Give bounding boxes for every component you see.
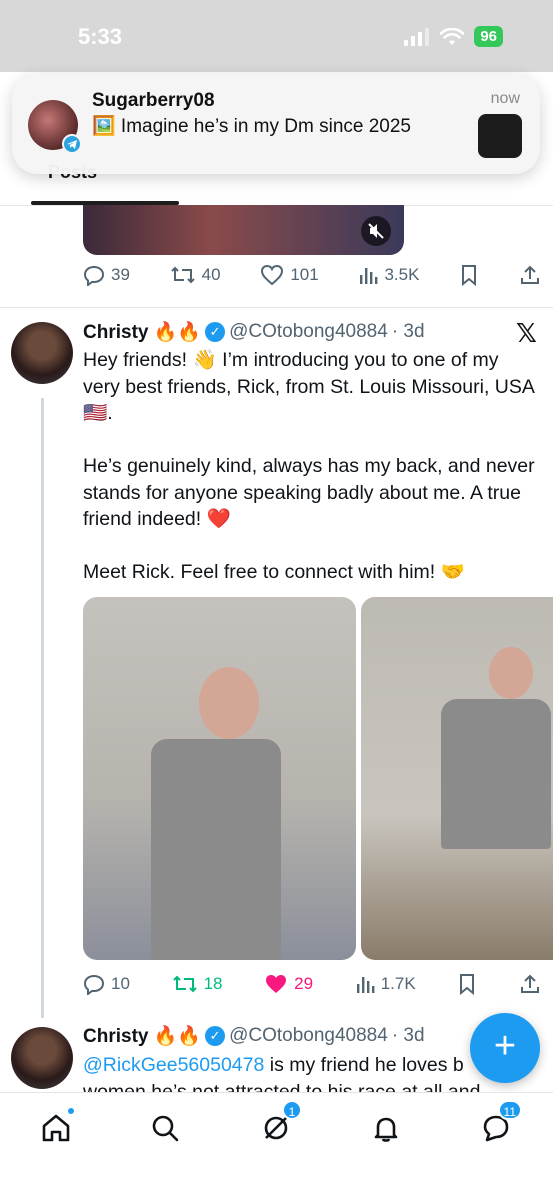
mention-link[interactable]: @RickGee56050478	[83, 1054, 264, 1076]
repost-count: 18	[203, 974, 223, 993]
verified-badge-icon: ✓	[205, 322, 226, 342]
mute-button[interactable]	[361, 216, 391, 246]
photo-shirt	[441, 699, 551, 849]
tweet-header: Christy 🔥🔥 ✓ @COtobong40884 · 3d	[83, 1024, 425, 1048]
thread-line	[41, 398, 44, 1018]
notification-banner[interactable]: Sugarberry08 🖼️ Imagine he’s in my Dm si…	[12, 74, 540, 174]
author-handle[interactable]: @COtobong40884	[229, 1025, 388, 1047]
author-name[interactable]: Christy 🔥🔥	[83, 320, 201, 344]
telegram-icon	[62, 134, 82, 154]
compose-post-button[interactable]: +	[470, 1013, 540, 1083]
reply-count: 10	[111, 974, 130, 993]
tweet-photo[interactable]	[361, 597, 553, 960]
tweet-text-line: is my friend he loves b	[264, 1054, 464, 1076]
heart-icon	[261, 264, 284, 286]
bell-icon	[374, 1117, 398, 1142]
reply-icon	[83, 974, 105, 995]
photo-shirt	[151, 739, 281, 960]
views-count: 1.7K	[380, 974, 416, 993]
bookmark-button[interactable]	[457, 973, 477, 995]
post-divider	[0, 307, 553, 308]
grok-badge: 1	[282, 1100, 302, 1120]
reply-button[interactable]: 10	[83, 973, 130, 995]
views-button[interactable]: 1.7K	[355, 974, 416, 994]
nav-grok[interactable]: 1	[256, 1100, 302, 1148]
bottom-nav: 1 11	[0, 1092, 553, 1200]
share-button[interactable]	[519, 264, 541, 286]
notification-time: now	[490, 90, 520, 107]
tweet-header: Christy 🔥🔥 ✓ @COtobong40884 · 3d	[83, 320, 425, 344]
like-button[interactable]: 29	[264, 973, 313, 995]
repost-button[interactable]: 40	[170, 264, 221, 286]
share-icon	[520, 974, 539, 993]
messages-badge: 11	[497, 1100, 522, 1120]
repost-button[interactable]: 18	[172, 973, 223, 995]
bookmark-icon	[462, 265, 477, 286]
photo-person	[489, 647, 533, 699]
views-icon	[356, 977, 375, 993]
status-bar: 5:33 96	[0, 0, 553, 72]
repost-icon	[170, 266, 195, 284]
avatar[interactable]	[11, 322, 73, 384]
bookmark-button[interactable]	[459, 264, 479, 286]
avatar[interactable]	[11, 1027, 73, 1089]
tweet-text: Hey friends! 👋 I’m introducing you to on…	[83, 349, 535, 583]
cellular-signal-icon	[404, 27, 430, 46]
tweet-time: · 3d	[391, 321, 425, 342]
tweet-actions: 10 18 29 1.7K	[83, 973, 541, 995]
like-count: 29	[294, 974, 314, 993]
photo-person	[199, 667, 259, 739]
status-icons: 96	[404, 26, 503, 47]
battery-indicator: 96	[474, 26, 503, 47]
status-time: 5:33	[78, 24, 123, 49]
tweet-text-line: women he’s not attracted to his race at …	[83, 1080, 481, 1093]
reply-icon	[83, 265, 105, 286]
views-icon	[360, 268, 378, 284]
views-count: 3.5K	[384, 265, 420, 284]
home-notification-dot	[66, 1106, 76, 1116]
notification-thumbnail	[478, 114, 522, 158]
prev-post-actions: 39 40 101 3.5K	[83, 264, 541, 286]
nav-home[interactable]	[36, 1106, 76, 1148]
nav-notifications[interactable]	[366, 1108, 406, 1148]
reply-button[interactable]: 39	[83, 264, 130, 286]
views-button[interactable]: 3.5K	[358, 265, 419, 285]
notification-message: 🖼️ Imagine he’s in my Dm since 2025	[92, 116, 412, 137]
bookmark-icon	[460, 974, 475, 995]
speaker-muted-icon	[368, 223, 384, 239]
x-logo-icon: 𝕏	[516, 318, 537, 348]
prev-post-video[interactable]	[83, 205, 404, 255]
search-icon	[152, 1115, 179, 1142]
nav-search[interactable]	[145, 1108, 185, 1148]
repost-count: 40	[201, 265, 221, 284]
heart-filled-icon	[266, 975, 287, 993]
like-button[interactable]: 101	[260, 264, 319, 286]
nav-messages[interactable]: 11	[476, 1100, 522, 1148]
wifi-icon	[440, 27, 465, 45]
share-icon	[520, 265, 539, 284]
share-button[interactable]	[519, 973, 541, 995]
repost-icon	[172, 975, 197, 993]
reply-count: 39	[111, 265, 130, 284]
verified-badge-icon: ✓	[205, 1026, 226, 1046]
tweet-time: · 3d	[391, 1025, 425, 1046]
tweet-photo[interactable]	[83, 597, 356, 960]
author-handle[interactable]: @COtobong40884	[229, 321, 388, 343]
tweet-text: @RickGee56050478 is my friend he loves b…	[83, 1052, 538, 1092]
author-name[interactable]: Christy 🔥🔥	[83, 1024, 201, 1048]
like-count: 101	[290, 265, 319, 284]
notification-sender: Sugarberry08	[92, 90, 215, 111]
